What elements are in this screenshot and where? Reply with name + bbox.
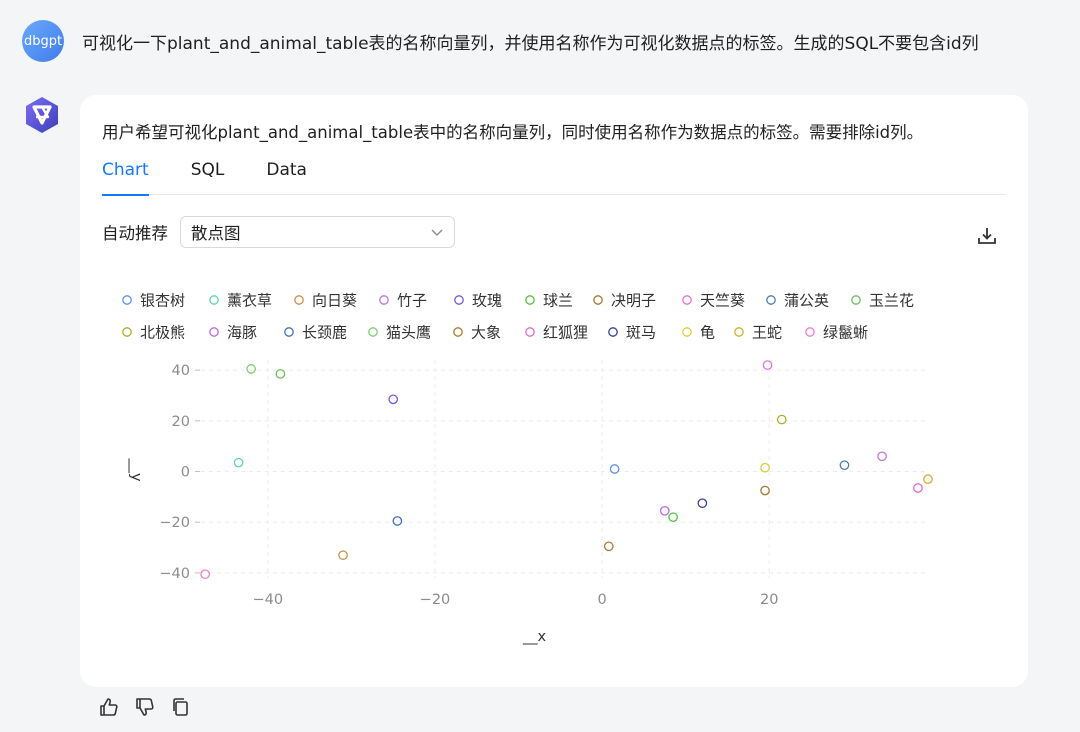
legend-label: 竹子 (397, 292, 427, 310)
y-axis-title: __y (128, 457, 144, 482)
legend-marker (805, 327, 815, 337)
legend-marker (453, 327, 463, 337)
legend-marker (608, 327, 618, 337)
data-point (275, 369, 286, 379)
data-point (388, 394, 399, 405)
legend-label: 球兰 (543, 292, 573, 310)
legend-label: 长颈鹿 (302, 324, 347, 342)
data-point (233, 457, 244, 468)
y-tick-label: 20 (172, 414, 190, 430)
data-point (762, 360, 773, 370)
legend-marker (122, 295, 132, 305)
chart-points (200, 360, 933, 580)
legend-label: 玉兰花 (869, 292, 914, 310)
legend-label: 向日葵 (312, 292, 357, 310)
x-tick-label: −20 (420, 592, 451, 608)
data-point (603, 541, 614, 552)
data-point (392, 516, 403, 526)
legend-label: 蒲公英 (784, 292, 829, 310)
legend-marker (284, 327, 294, 337)
legend-marker (525, 327, 535, 337)
x-tick-label: 20 (760, 592, 778, 608)
x-axis-title: __x (522, 629, 547, 645)
chart-grid (201, 360, 928, 578)
legend-label: 决明子 (611, 292, 656, 310)
data-point (760, 462, 770, 473)
legend-label: 红狐狸 (543, 324, 588, 342)
legend-label: 绿鬣蜥 (823, 324, 868, 342)
message-actions (98, 696, 192, 718)
y-tick-label: 0 (181, 465, 190, 481)
data-point (246, 364, 256, 374)
data-point (776, 414, 787, 425)
legend-marker (525, 295, 535, 305)
copy-icon[interactable] (170, 696, 192, 718)
x-tick-label: −40 (253, 592, 284, 608)
legend-label: 银杏树 (140, 292, 185, 310)
legend-label: 龟 (700, 324, 715, 342)
data-point (760, 485, 770, 496)
legend-label: 猫头鹰 (386, 324, 431, 342)
data-point (200, 569, 211, 580)
legend-marker (454, 295, 464, 305)
data-point (877, 451, 887, 462)
chart-legend: 银杏树 薰衣草 向日葵 竹子 玫瑰 球兰 决明子 天竺葵 蒲公英 玉兰花北极熊 海豚 长颈鹿 猫头鹰 大象… (122, 292, 914, 342)
legend-label: 北极熊 (140, 324, 185, 342)
legend-marker (379, 295, 389, 305)
scatter-chart: 银杏树 薰衣草 向日葵 竹子 玫瑰 球兰 决明子 天竺葵 蒲公英 玉兰花北极熊 海豚 长颈鹿 猫头鹰 大象… (122, 292, 933, 645)
data-point (839, 460, 850, 471)
thumbs-down-icon[interactable] (134, 696, 156, 718)
legend-marker (294, 295, 304, 305)
x-tick-label: 0 (597, 592, 606, 608)
legend-label: 玫瑰 (472, 292, 502, 310)
y-tick-label: −40 (159, 566, 190, 582)
legend-marker (682, 295, 692, 305)
legend-label: 大象 (471, 324, 501, 342)
legend-marker (368, 327, 378, 337)
legend-label: 王蛇 (752, 324, 782, 342)
y-tick-label: −20 (159, 515, 190, 531)
legend-marker (682, 327, 692, 337)
legend-marker (734, 327, 744, 337)
data-point (609, 464, 620, 474)
data-point (659, 505, 670, 516)
legend-marker (851, 295, 861, 305)
legend-marker (593, 295, 603, 305)
data-point (338, 550, 348, 561)
legend-label: 天竺葵 (700, 292, 745, 310)
data-point (697, 498, 708, 509)
y-tick-label: 40 (172, 363, 190, 379)
legend-marker (209, 295, 219, 305)
data-point (923, 474, 933, 484)
legend-marker (766, 295, 776, 305)
legend-label: 海豚 (227, 324, 257, 342)
thumbs-up-icon[interactable] (98, 696, 120, 718)
data-point (668, 512, 678, 523)
legend-label: 薰衣草 (227, 292, 272, 310)
legend-marker (122, 327, 132, 337)
legend-label: 斑马 (626, 324, 656, 342)
legend-marker (209, 327, 219, 337)
data-point (913, 483, 923, 493)
chart-axes: 40 20 0 −20 −40 −40 −20 0 20 __x __y (128, 363, 778, 645)
